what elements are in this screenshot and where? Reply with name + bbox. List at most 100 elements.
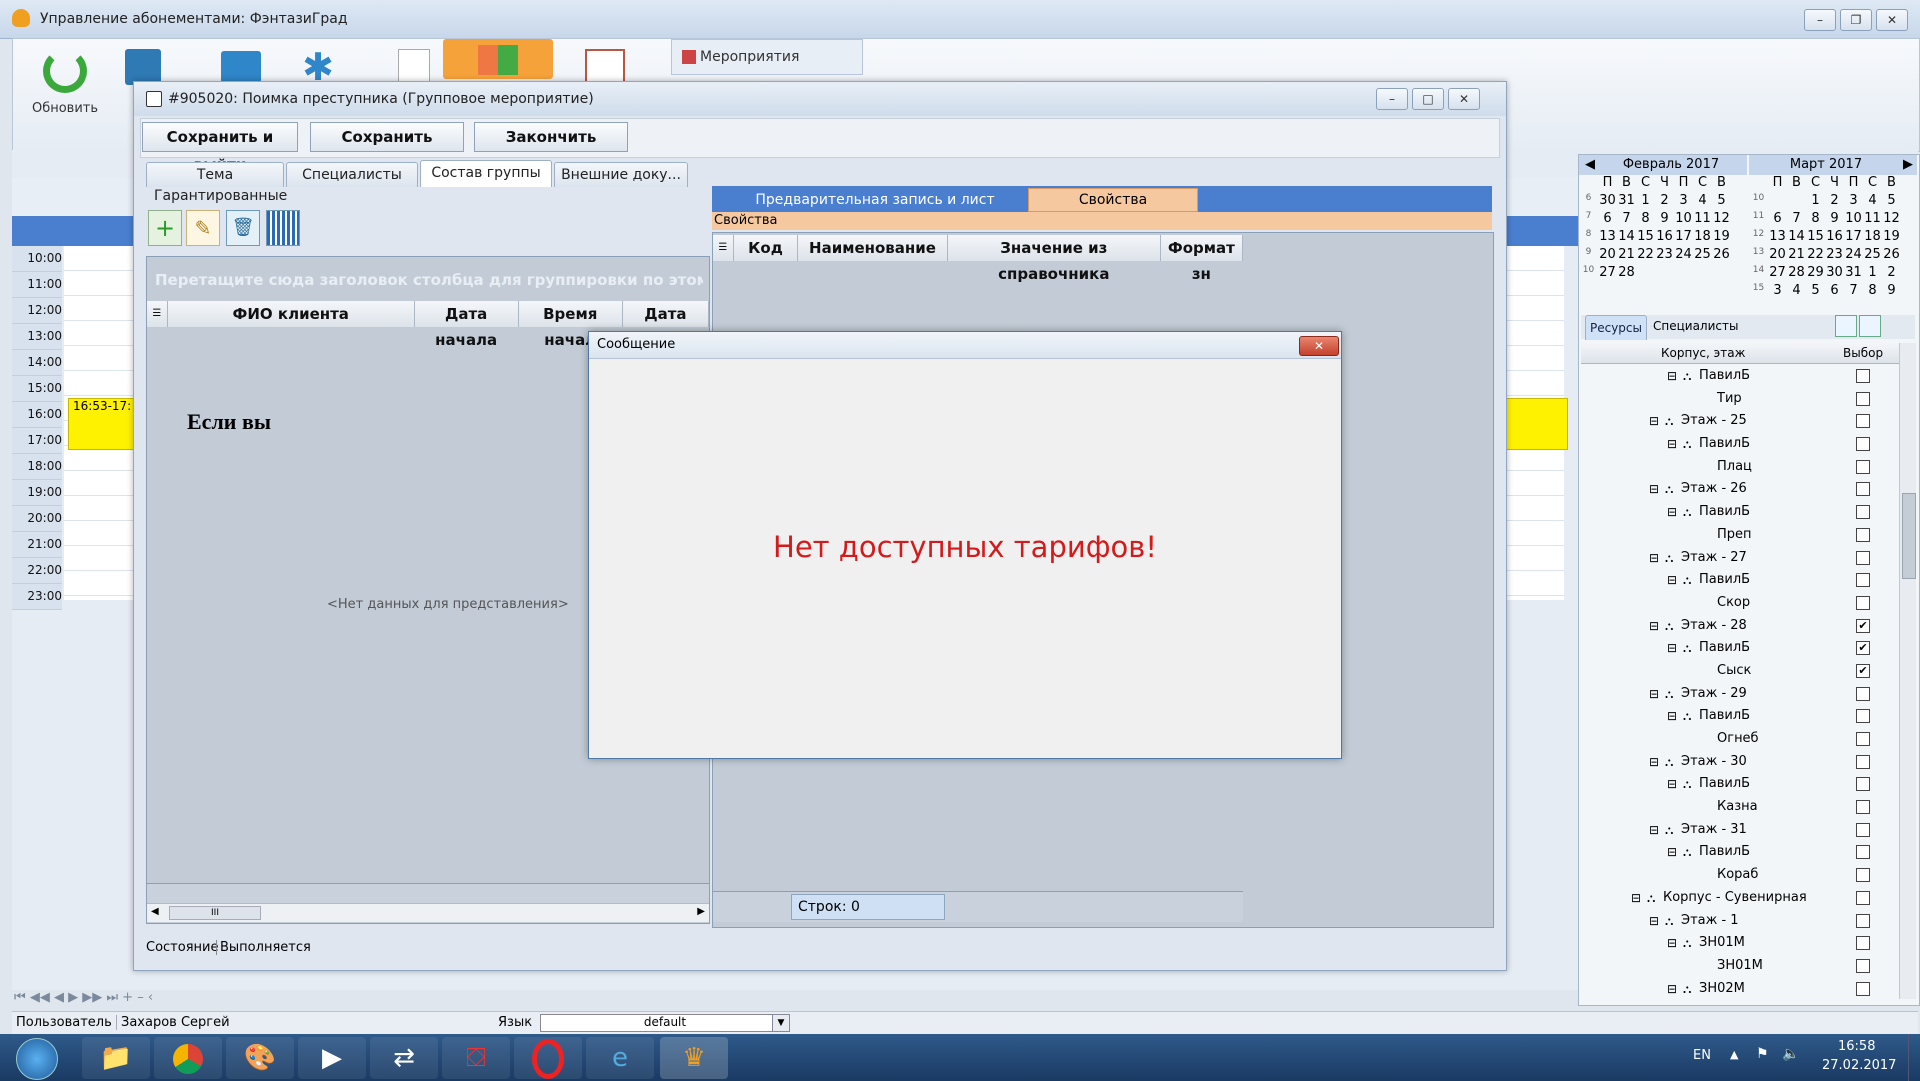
collapse-icon[interactable]: ⊟ (1667, 433, 1677, 455)
calendar-day[interactable]: 4 (1863, 193, 1882, 211)
calendar-day[interactable]: 6 (1825, 283, 1844, 301)
tree-node[interactable]: ⊟ ⛬ Этаж - 26 (1581, 478, 1899, 501)
calendar-day[interactable]: 18 (1693, 229, 1712, 247)
select-checkbox[interactable] (1856, 822, 1870, 837)
collapse-icon[interactable]: ⊟ (1667, 978, 1677, 1000)
calendar-day[interactable]: 7 (1844, 283, 1863, 301)
tree-node[interactable]: ⊟ ⛬ Этаж - 27 (1581, 547, 1899, 570)
tree-node[interactable]: ⊟ ⛬ Этаж - 1 (1581, 910, 1899, 933)
calendar-day[interactable]: 14 (1617, 229, 1636, 247)
calendar-day[interactable]: 21 (1787, 247, 1806, 265)
tree-node[interactable]: ⊟ ⛬ ПавилБ (1581, 773, 1899, 796)
hscroll-thumb[interactable]: III (169, 906, 261, 920)
tree-node[interactable]: ⊟ ⛬ Корпус - Сувенирная (1581, 887, 1899, 910)
calendar-day[interactable]: 27 (1598, 265, 1617, 283)
finish-button[interactable]: Закончить (474, 122, 628, 152)
calendar-day[interactable]: 20 (1598, 247, 1617, 265)
calendar-day[interactable]: 23 (1655, 247, 1674, 265)
calendar-day[interactable] (1636, 265, 1655, 283)
calendar-day[interactable]: 17 (1674, 229, 1693, 247)
calendar-day[interactable]: 13 (1598, 229, 1617, 247)
show-desktop-button[interactable] (1908, 1034, 1920, 1081)
calendar-day[interactable]: 2 (1882, 265, 1901, 283)
calendar-day[interactable]: 8 (1636, 211, 1655, 229)
clock-date[interactable]: 27.02.2017 (1822, 1058, 1896, 1073)
edit-icon[interactable]: ✎ (186, 210, 220, 246)
calendar-day[interactable]: 14 (1787, 229, 1806, 247)
select-checkbox[interactable] (1856, 800, 1870, 815)
tree-node[interactable]: ЗН01М (1581, 955, 1899, 978)
calendar-day[interactable]: 9 (1882, 283, 1901, 301)
calendar-day[interactable]: 7 (1787, 211, 1806, 229)
col-client-name[interactable]: ФИО клиента (167, 301, 415, 327)
col-code[interactable]: Код (733, 235, 799, 261)
tree-node[interactable]: Кораб (1581, 864, 1899, 887)
col-selector[interactable]: ☰ (713, 235, 734, 261)
tab-external-docs[interactable]: Внешние доку... (554, 162, 688, 187)
col-format[interactable]: Формат зн (1160, 235, 1243, 283)
calendar-day[interactable]: 20 (1768, 247, 1787, 265)
calendar-day[interactable]: 1 (1636, 193, 1655, 211)
calendar-day[interactable]: 5 (1806, 283, 1825, 301)
close-button[interactable]: ✕ (1876, 9, 1908, 31)
select-checkbox[interactable]: ✔ (1856, 641, 1870, 656)
calendar-day[interactable]: 15 (1806, 229, 1825, 247)
calendar-day[interactable]: 30 (1598, 193, 1617, 211)
ie-icon[interactable]: e (586, 1037, 654, 1079)
tree-node[interactable]: ⊟ ⛬ ПавилБ ✔ (1581, 637, 1899, 660)
calendar-day[interactable]: 29 (1806, 265, 1825, 283)
calendar-day[interactable]: 3 (1844, 193, 1863, 211)
calendar-day[interactable]: 10 (1674, 211, 1693, 229)
tree-node[interactable]: Преп (1581, 524, 1899, 547)
calendar-day[interactable]: 12 (1882, 211, 1901, 229)
col-end-date[interactable]: Дата оконч (622, 301, 710, 349)
collapse-icon[interactable]: ⊟ (1649, 410, 1659, 432)
save-button[interactable]: Сохранить (310, 122, 464, 152)
group-hscroll[interactable]: ◀ III ▶ (147, 903, 709, 922)
tree-node[interactable]: Тир (1581, 388, 1899, 411)
select-checkbox[interactable] (1856, 936, 1870, 951)
tab-group[interactable]: Состав группы (420, 160, 552, 187)
lang-select[interactable]: default ▼ (540, 1014, 790, 1032)
barcode-icon[interactable] (266, 210, 300, 246)
select-checkbox[interactable] (1856, 868, 1870, 883)
fantasygrad-app-icon[interactable]: ♛ (660, 1037, 728, 1079)
tab-topic[interactable]: Тема (146, 162, 284, 187)
collapse-icon[interactable]: ⊟ (1649, 819, 1659, 841)
select-checkbox[interactable] (1856, 505, 1870, 520)
calendar-day[interactable]: 31 (1844, 265, 1863, 283)
delete-icon[interactable]: 🗑 (226, 210, 260, 246)
select-checkbox[interactable] (1856, 709, 1870, 724)
calendar-day[interactable]: 25 (1693, 247, 1712, 265)
calendar-day[interactable]: 8 (1863, 283, 1882, 301)
calendar-day[interactable]: 27 (1768, 265, 1787, 283)
add-icon[interactable]: + (148, 210, 182, 246)
opera-icon[interactable] (514, 1037, 582, 1079)
record-navigator[interactable]: ⏮ ◀◀ ◀ ▶ ▶▶ ⏭ + – ‹ (14, 990, 214, 1008)
select-checkbox[interactable] (1856, 391, 1870, 406)
collapse-icon[interactable]: ⊟ (1667, 501, 1677, 523)
select-checkbox[interactable] (1856, 732, 1870, 746)
calendar-next-icon[interactable]: ▶ (1903, 155, 1913, 175)
calendar-day[interactable]: 22 (1636, 247, 1655, 265)
calendar-day[interactable]: 28 (1617, 265, 1636, 283)
tree-node[interactable]: ⊟ ⛬ Этаж - 29 (1581, 683, 1899, 706)
calendar-day[interactable]: 4 (1787, 283, 1806, 301)
tree-scrollbar[interactable] (1899, 343, 1916, 999)
calendar-day[interactable]: 2 (1655, 193, 1674, 211)
message-close-button[interactable]: ✕ (1299, 336, 1339, 356)
collapse-icon[interactable]: ⊟ (1649, 751, 1659, 773)
select-checkbox[interactable] (1856, 777, 1870, 792)
select-checkbox[interactable] (1856, 958, 1870, 973)
calendar-day[interactable]: 16 (1655, 229, 1674, 247)
calendar-day[interactable]: 6 (1768, 211, 1787, 229)
calendar-day[interactable]: 21 (1617, 247, 1636, 265)
calendar-day[interactable]: 3 (1768, 283, 1787, 301)
tree-node[interactable]: ⊟ ⛬ ПавилБ (1581, 433, 1899, 456)
col-start-date[interactable]: Дата начала (414, 301, 519, 349)
collapse-icon[interactable]: ⊟ (1649, 547, 1659, 569)
select-checkbox[interactable] (1856, 890, 1870, 905)
tree-node[interactable]: ⊟ ⛬ ПавилБ (1581, 569, 1899, 592)
tree-node[interactable]: ⊟ ⛬ Этаж - 30 (1581, 751, 1899, 774)
action-center-icon[interactable]: ⚑ (1756, 1046, 1769, 1062)
